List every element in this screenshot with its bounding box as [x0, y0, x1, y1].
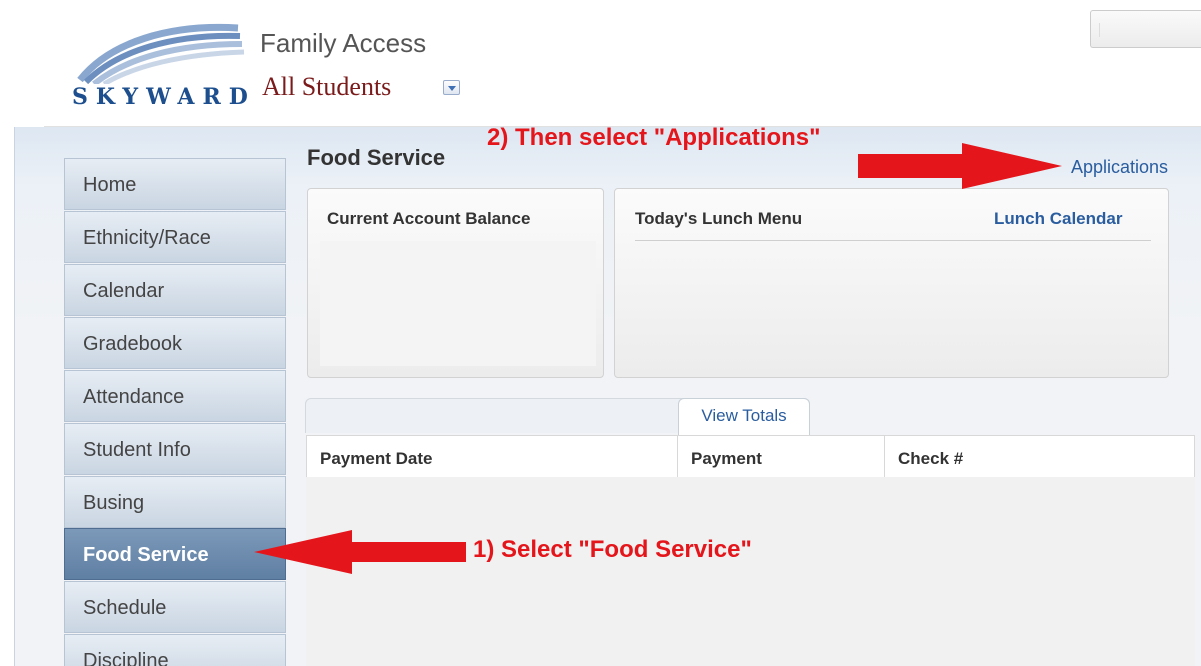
payments-table-header: Payment Date Payment Check # [306, 435, 1195, 478]
search-box[interactable] [1090, 10, 1201, 48]
lunch-menu-panel: Today's Lunch Menu Lunch Calendar [614, 188, 1169, 378]
page-title: Food Service [307, 145, 446, 170]
account-balance-panel: Current Account Balance [307, 188, 604, 378]
column-header-check-number[interactable]: Check # [885, 436, 1194, 478]
app-title: Family Access [260, 28, 427, 58]
payments-table-body [306, 477, 1195, 666]
sidebar-nav: Home Ethnicity/Race Calendar Gradebook A… [64, 158, 287, 666]
sidebar-item-attendance[interactable]: Attendance [64, 370, 286, 422]
lunch-menu-heading: Today's Lunch Menu [635, 209, 803, 228]
sidebar-item-home[interactable]: Home [64, 158, 286, 210]
sidebar-item-calendar[interactable]: Calendar [64, 264, 286, 316]
annotation-step-1: 1) Select "Food Service" [473, 536, 752, 563]
divider [635, 240, 1151, 241]
chevron-down-icon[interactable] [443, 80, 460, 95]
skyward-logo[interactable]: SKYWARD [70, 22, 250, 112]
annotation-step-2: 2) Then select "Applications" [487, 124, 821, 151]
student-selector[interactable]: All Students [262, 72, 391, 102]
tab-view-totals[interactable]: View Totals [678, 398, 810, 435]
sidebar-item-ethnicity-race[interactable]: Ethnicity/Race [64, 211, 286, 263]
lunch-calendar-link[interactable]: Lunch Calendar [994, 209, 1122, 229]
sidebar-item-food-service[interactable]: Food Service [64, 528, 286, 580]
sidebar-item-schedule[interactable]: Schedule [64, 581, 286, 633]
logo-text: SKYWARD [72, 84, 256, 110]
logo-swoosh-icon [77, 23, 245, 87]
balance-content [320, 241, 596, 366]
sidebar-item-discipline[interactable]: Discipline [64, 634, 286, 666]
column-header-payment[interactable]: Payment [678, 436, 885, 478]
header: SKYWARD Family Access All Students [0, 0, 1201, 126]
column-header-payment-date[interactable]: Payment Date [307, 436, 678, 478]
sidebar-item-gradebook[interactable]: Gradebook [64, 317, 286, 369]
balance-heading: Current Account Balance [327, 209, 531, 228]
sidebar-item-busing[interactable]: Busing [64, 476, 286, 528]
sidebar-item-student-info[interactable]: Student Info [64, 423, 286, 475]
applications-link[interactable]: Applications [1071, 157, 1168, 178]
